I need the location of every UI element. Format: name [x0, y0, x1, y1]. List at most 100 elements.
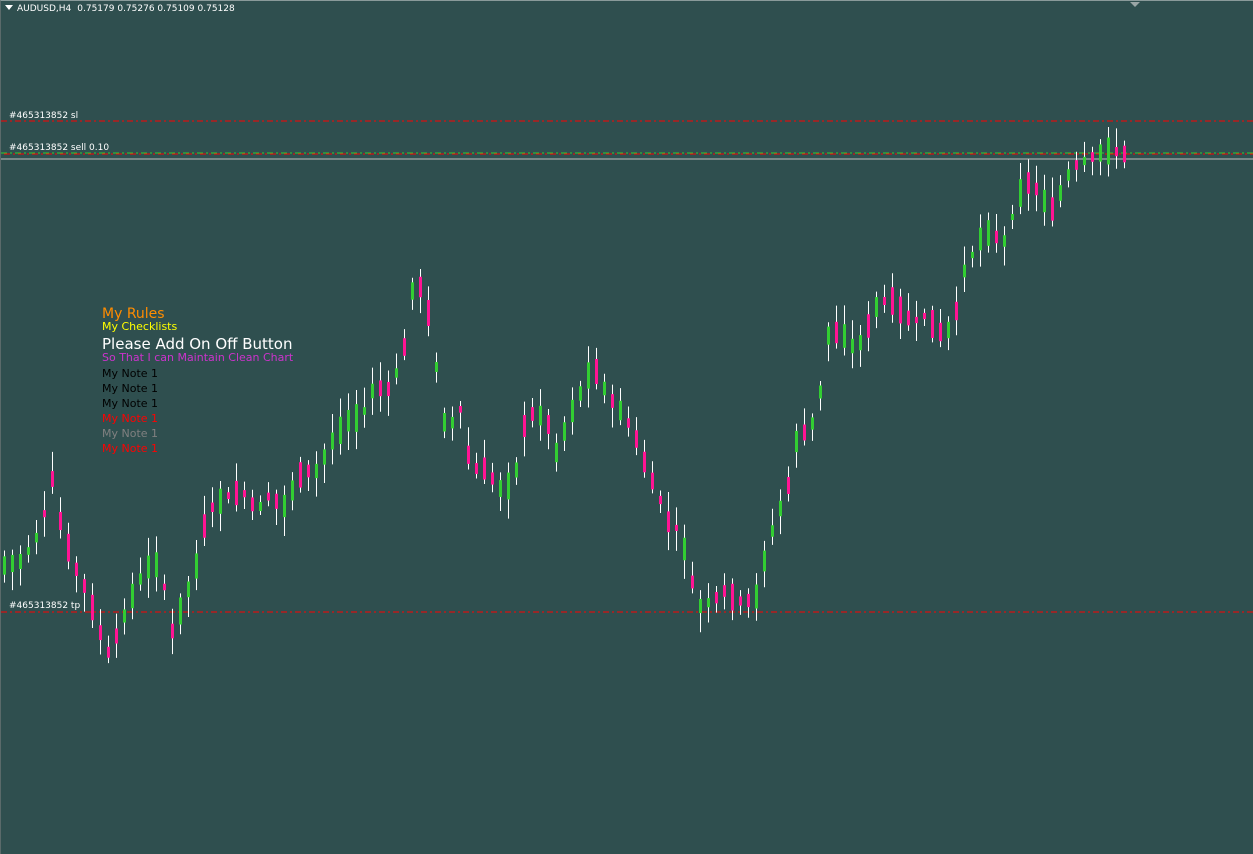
notes-subtitle: My Checklists [102, 320, 178, 333]
bear-candle [867, 314, 870, 338]
bull-candle [1011, 213, 1014, 221]
bear-candle [955, 301, 958, 321]
tp-label[interactable]: #465313852 tp [9, 601, 80, 611]
bear-candle [835, 321, 838, 344]
bull-candle [1003, 235, 1006, 247]
bear-candle [675, 524, 678, 531]
bear-candle [651, 472, 654, 490]
bear-candle [299, 462, 302, 488]
bear-candle [235, 480, 238, 506]
bear-candle [91, 594, 94, 621]
note-item: My Note 1 [102, 382, 159, 395]
bear-candle [419, 276, 422, 298]
bear-candle [635, 430, 638, 448]
bear-candle [1091, 152, 1094, 162]
bull-candle [515, 462, 518, 478]
bear-candle [715, 591, 718, 604]
bull-candle [811, 417, 814, 430]
bull-candle [507, 472, 510, 500]
bear-candle [731, 583, 734, 611]
bear-candle [531, 407, 534, 421]
bull-candle [195, 553, 198, 579]
bear-candle [747, 593, 750, 608]
bull-candle [699, 598, 702, 614]
bull-candle [435, 362, 438, 372]
bull-candle [539, 405, 542, 426]
bear-candle [1075, 160, 1078, 170]
bull-candle [27, 547, 30, 555]
bear-candle [1115, 146, 1118, 157]
note-item: My Note 1 [102, 412, 159, 425]
chart-window[interactable]: AUDUSD,H4 0.75179 0.75276 0.75109 0.75128… [0, 0, 1253, 854]
chart-shift-marker-icon[interactable] [1130, 2, 1140, 7]
bear-candle [75, 562, 78, 576]
bull-candle [331, 432, 334, 450]
bull-candle [371, 383, 374, 399]
bear-candle [1051, 197, 1054, 221]
bull-candle [451, 416, 454, 429]
bull-candle [579, 386, 582, 401]
bull-candle [1067, 169, 1070, 181]
bull-candle [339, 416, 342, 444]
entry-label[interactable]: #465313852 sell 0.10 [9, 143, 109, 153]
bear-candle [211, 502, 214, 512]
bull-candle [139, 573, 142, 585]
bull-candle [571, 399, 574, 423]
note-item: My Note 1 [102, 397, 159, 410]
bear-candle [467, 445, 470, 464]
bull-candle [1083, 156, 1086, 166]
bear-candle [723, 585, 726, 597]
bull-candle [707, 598, 710, 608]
bear-candle [227, 492, 230, 500]
notes-panel: My Rules My Checklists Please Add On Off… [102, 306, 293, 456]
bear-candle [483, 457, 486, 480]
sl-label[interactable]: #465313852 sl [9, 111, 78, 121]
bear-candle [659, 495, 662, 505]
bear-candle [307, 464, 310, 478]
bull-candle [563, 422, 566, 441]
bull-candle [979, 227, 982, 251]
bear-candle [427, 300, 430, 326]
bull-candle [947, 321, 950, 339]
bear-candle [915, 316, 918, 324]
bull-candle [851, 338, 854, 354]
bear-candle [931, 310, 934, 338]
bull-candle [499, 480, 502, 497]
bear-candle [667, 511, 670, 533]
bear-candle [267, 492, 270, 501]
bull-candle [1043, 189, 1046, 213]
bear-candle [379, 380, 382, 397]
bull-candle [315, 463, 318, 479]
bull-candle [763, 550, 766, 572]
bear-candle [475, 463, 478, 474]
bear-candle [611, 394, 614, 408]
bull-candle [283, 494, 286, 518]
bear-candle [115, 628, 118, 644]
bull-candle [147, 555, 150, 579]
bear-candle [43, 510, 46, 518]
bull-candle [19, 553, 22, 570]
bear-candle [899, 296, 902, 324]
note-item: My Note 1 [102, 442, 159, 455]
bear-candle [907, 310, 910, 326]
bear-candle [59, 511, 62, 531]
bear-candle [995, 230, 998, 244]
bull-candle [619, 400, 622, 421]
bear-candle [643, 451, 646, 473]
bear-candle [803, 424, 806, 441]
dropdown-triangle-icon[interactable] [5, 5, 13, 10]
bear-candle [923, 312, 926, 320]
bear-candle [107, 646, 110, 658]
bull-candle [875, 297, 878, 317]
bear-candle [387, 381, 390, 397]
bear-candle [67, 533, 70, 562]
bull-candle [843, 324, 846, 348]
ohlc-values: 0.75179 0.75276 0.75109 0.75128 [77, 4, 235, 14]
bull-candle [819, 385, 822, 399]
bear-candle [1123, 145, 1126, 163]
bull-candle [179, 597, 182, 625]
bull-candle [291, 480, 294, 501]
bull-candle [779, 500, 782, 517]
symbol-timeframe: AUDUSD,H4 [17, 4, 72, 14]
note-item: My Note 1 [102, 367, 159, 380]
